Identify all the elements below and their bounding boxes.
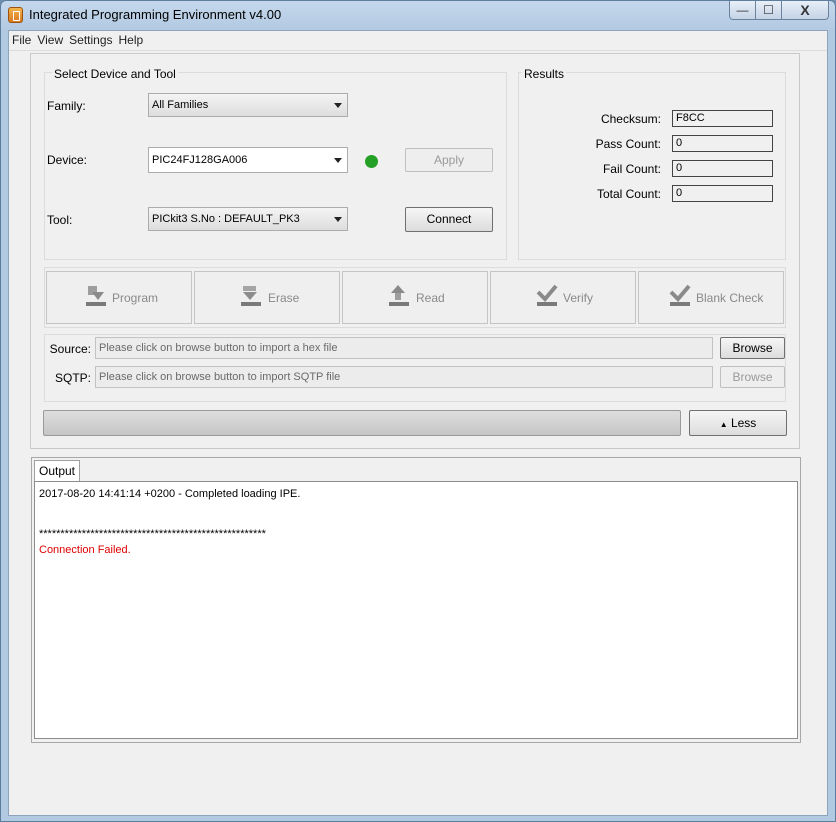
caret-up-icon: ▲ xyxy=(719,420,728,429)
window-controls: — ☐ X xyxy=(729,1,829,20)
verify-icon xyxy=(536,284,558,306)
fail-count-field: 0 xyxy=(672,160,773,177)
close-button[interactable]: X xyxy=(782,1,829,20)
output-line-error: Connection Failed. xyxy=(39,544,131,556)
read-icon xyxy=(389,285,409,306)
read-button[interactable]: Read xyxy=(342,271,488,324)
output-blank-line xyxy=(39,504,793,528)
blank-check-button[interactable]: Blank Check xyxy=(638,271,784,324)
program-button-label: Program xyxy=(112,291,159,305)
window-title: Integrated Programming Environment v4.00 xyxy=(29,7,282,22)
client-area: File View Settings Help Select Device an… xyxy=(8,30,828,816)
chevron-down-icon xyxy=(334,158,342,163)
progress-bar xyxy=(43,410,681,436)
fail-count-label: Fail Count: xyxy=(602,162,661,176)
device-tool-group-title: Select Device and Tool xyxy=(52,67,178,81)
checksum-field: F8CC xyxy=(672,110,773,127)
erase-button-label: Erase xyxy=(268,291,300,305)
results-group-title: Results xyxy=(522,67,567,81)
device-label: Device: xyxy=(47,153,88,167)
title-bar[interactable]: Integrated Programming Environment v4.00… xyxy=(1,1,835,29)
program-icon xyxy=(86,286,106,306)
pass-count-field: 0 xyxy=(672,135,773,152)
read-button-label: Read xyxy=(416,291,445,305)
device-combobox[interactable]: PIC24FJ128GA006 xyxy=(148,147,348,173)
output-line-loaded: 2017-08-20 14:41:14 +0200 - Completed lo… xyxy=(39,488,301,500)
less-button[interactable]: ▲ Less xyxy=(689,410,787,436)
menu-file[interactable]: File xyxy=(9,31,34,50)
maximize-icon: ☐ xyxy=(763,3,774,17)
source-input[interactable]: Please click on browse button to import … xyxy=(95,337,713,359)
connect-button[interactable]: Connect xyxy=(405,207,493,232)
apply-button[interactable]: Apply xyxy=(405,148,493,172)
total-count-field: 0 xyxy=(672,185,773,202)
family-dropdown[interactable]: All Families xyxy=(148,93,348,117)
family-label: Family: xyxy=(47,99,86,113)
less-button-label: Less xyxy=(730,416,757,430)
checksum-label: Checksum: xyxy=(600,112,661,126)
erase-icon xyxy=(241,286,261,306)
source-browse-button[interactable]: Browse xyxy=(720,337,785,359)
pass-count-label: Pass Count: xyxy=(595,137,661,151)
tool-dropdown-value: PICkit3 S.No : DEFAULT_PK3 xyxy=(152,213,300,225)
family-dropdown-value: All Families xyxy=(152,99,209,111)
output-log[interactable]: 2017-08-20 14:41:14 +0200 - Completed lo… xyxy=(34,481,798,739)
device-status-indicator-icon xyxy=(365,155,378,168)
blank-check-button-label: Blank Check xyxy=(696,291,764,305)
sqtp-input[interactable]: Please click on browse button to import … xyxy=(95,366,713,388)
menu-settings[interactable]: Settings xyxy=(66,31,115,50)
menu-view[interactable]: View xyxy=(34,31,66,50)
chevron-down-icon xyxy=(334,217,342,222)
tool-dropdown[interactable]: PICkit3 S.No : DEFAULT_PK3 xyxy=(148,207,348,231)
close-icon: X xyxy=(800,2,810,18)
menu-help[interactable]: Help xyxy=(116,31,147,50)
verify-button-label: Verify xyxy=(563,291,594,305)
source-label: Source: xyxy=(49,342,91,356)
sqtp-browse-button[interactable]: Browse xyxy=(720,366,785,388)
tab-output[interactable]: Output xyxy=(34,460,80,482)
minimize-icon: — xyxy=(736,3,749,17)
maximize-button[interactable]: ☐ xyxy=(756,1,782,20)
output-line-separator: ****************************************… xyxy=(39,528,266,540)
program-button[interactable]: Program xyxy=(46,271,192,324)
total-count-label: Total Count: xyxy=(596,187,661,201)
device-combobox-value: PIC24FJ128GA006 xyxy=(152,154,248,166)
minimize-button[interactable]: — xyxy=(729,1,756,20)
sqtp-label: SQTP: xyxy=(54,371,91,385)
main-panel: Select Device and Tool Family: All Famil… xyxy=(30,53,800,449)
chevron-down-icon xyxy=(334,103,342,108)
blank-check-icon xyxy=(669,284,691,306)
verify-button[interactable]: Verify xyxy=(490,271,636,324)
app-logo-icon xyxy=(8,7,23,23)
menu-bar: File View Settings Help xyxy=(9,31,827,51)
app-window: Integrated Programming Environment v4.00… xyxy=(0,0,836,822)
output-panel: Output 2017-08-20 14:41:14 +0200 - Compl… xyxy=(31,457,801,743)
erase-button[interactable]: Erase xyxy=(194,271,340,324)
tool-label: Tool: xyxy=(47,213,73,227)
